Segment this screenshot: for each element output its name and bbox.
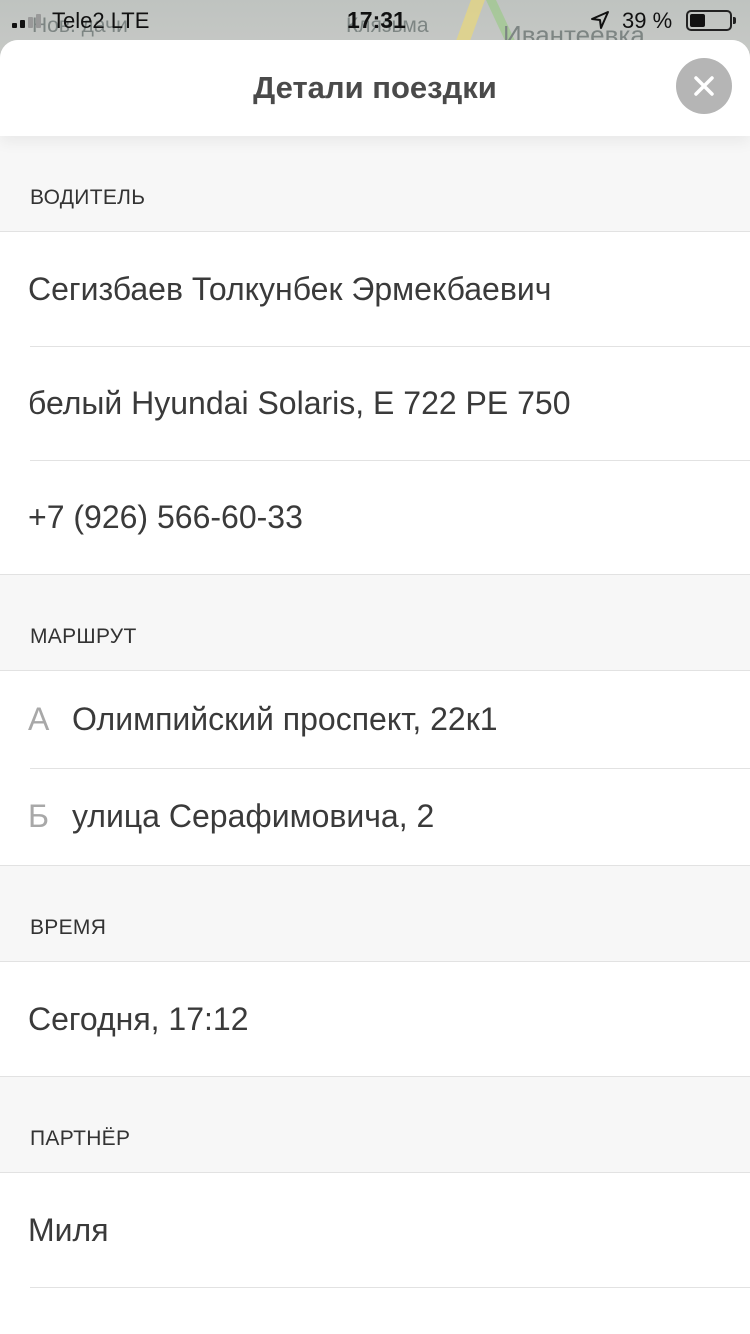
driver-group: Сегизбаев Толкунбек Эрмекбаевич белый Hy… (0, 231, 750, 575)
route-group: А Олимпийский проспект, 22к1 Б улица Сер… (0, 670, 750, 866)
driver-phone[interactable]: +7 (926) 566-60-33 (0, 460, 750, 574)
driver-name: Сегизбаев Толкунбек Эрмекбаевич (28, 270, 552, 307)
driver-car: белый Hyundai Solaris, Е 722 РЕ 750 (0, 346, 750, 460)
section-label-time: ВРЕМЯ (0, 866, 750, 961)
section-label-partner: ПАРТНЁР (0, 1077, 750, 1172)
route-point-b: Б улица Серафимовича, 2 (0, 768, 750, 865)
route-letter: А (28, 701, 50, 737)
close-icon (694, 76, 714, 96)
battery-icon (686, 10, 736, 31)
trip-time: Сегодня, 17:12 (28, 1000, 249, 1037)
carrier-label: Tele2 LTE (52, 8, 150, 33)
section-label-driver: ВОДИТЕЛЬ (0, 136, 750, 231)
sheet-header: Детали поездки (0, 40, 750, 136)
route-address: улица Серафимовича, 2 (72, 798, 435, 834)
partner-name: Миля (28, 1211, 109, 1248)
battery-fill (690, 14, 705, 27)
time-group: Сегодня, 17:12 (0, 961, 750, 1077)
status-bar: Tele2 LTE 17:31 39 % (0, 0, 750, 40)
partner-details: Индивидуальный предприниматель Пашаев (0, 1287, 750, 1334)
location-arrow-icon (591, 11, 609, 29)
route-address: Олимпийский проспект, 22к1 (72, 701, 498, 737)
partner-group: Миля Индивидуальный предприниматель Паша… (0, 1172, 750, 1334)
close-button[interactable] (676, 58, 732, 114)
battery-percent: 39 % (622, 8, 673, 33)
page-title: Детали поездки (253, 70, 497, 105)
route-point-a: А Олимпийский проспект, 22к1 (0, 671, 750, 768)
route-letter: Б (28, 798, 49, 834)
section-label-route: МАРШРУТ (0, 575, 750, 670)
trip-details-sheet: Детали поездки ВОДИТЕЛЬ Сегизбаев Толкун… (0, 40, 750, 1334)
signal-icon (12, 14, 41, 28)
status-time: 17:31 (347, 7, 406, 33)
